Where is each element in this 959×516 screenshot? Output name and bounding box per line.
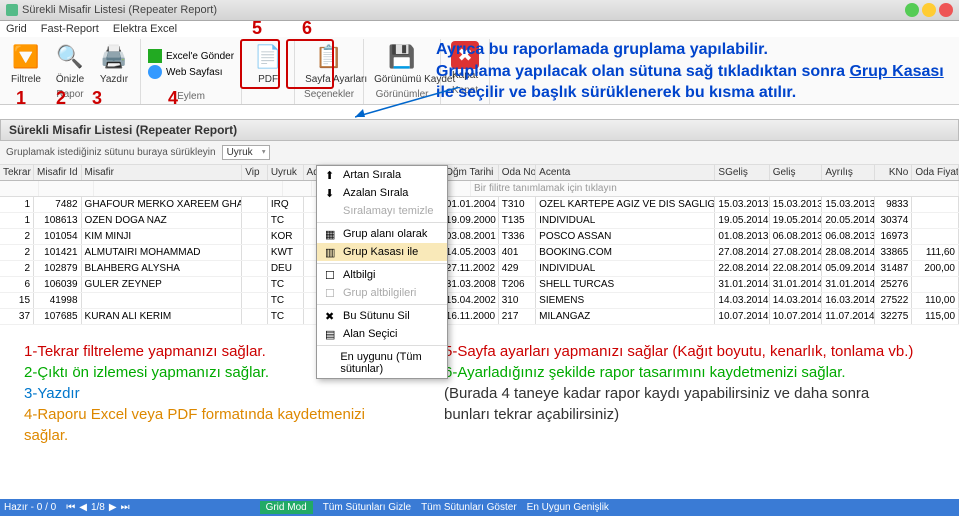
- window-title: Sürekli Misafir Listesi (Repeater Report…: [22, 4, 905, 16]
- app-icon: [6, 4, 18, 16]
- group-box-icon: ▥: [325, 246, 337, 258]
- minimize-button[interactable]: [905, 3, 919, 17]
- annotation-number-1: 1: [16, 88, 26, 109]
- col-misafir[interactable]: Misafir: [82, 165, 243, 180]
- status-grid-mode[interactable]: Grid Mod: [260, 501, 313, 514]
- col-odafiyati[interactable]: Oda Fiyatı: [912, 165, 959, 180]
- col-misafir-id[interactable]: Misafir Id: [34, 165, 82, 180]
- annotation-number-2: 2: [56, 88, 66, 109]
- grid-header: Tekrar Misafir Id Misafir Vip Uyruk Adre…: [0, 165, 959, 181]
- statusbar: Hazır - 0 / 0 ⏮ ◀ 1/8 ▶ ⏭ Grid Mod Tüm S…: [0, 499, 959, 516]
- ctx-clear-sort: Sıralamayı temizle: [317, 202, 447, 220]
- menu-elektra-excel[interactable]: Elektra Excel: [113, 23, 177, 35]
- annotation-box-6: [286, 39, 334, 89]
- col-tekrar[interactable]: Tekrar: [0, 165, 34, 180]
- data-grid: Tekrar Misafir Id Misafir Vip Uyruk Adre…: [0, 165, 959, 325]
- print-button[interactable]: 🖨️Yazdır: [92, 39, 136, 87]
- col-uyruk[interactable]: Uyruk: [268, 165, 304, 180]
- sort-asc-icon: ⬆: [325, 169, 337, 181]
- status-show-cols[interactable]: Tüm Sütunları Göster: [421, 502, 517, 513]
- status-hide-cols[interactable]: Tüm Sütunları Gizle: [323, 502, 411, 513]
- sort-desc-icon: ⬇: [325, 187, 337, 199]
- save-view-button[interactable]: 💾Görünümü Kaydet: [368, 39, 436, 87]
- annotation-number-4: 4: [168, 88, 178, 109]
- excel-button[interactable]: Excel'e Gönder: [145, 48, 237, 64]
- ctx-best-fit-all[interactable]: En uygunu (Tüm sütunlar): [317, 348, 447, 378]
- ctx-group-field[interactable]: ▦Grup alanı olarak: [317, 225, 447, 243]
- save-icon: 💾: [386, 41, 418, 73]
- web-button[interactable]: Web Sayfası: [145, 64, 237, 80]
- magnifier-icon: 🔍: [54, 41, 86, 73]
- funnel-icon: 🔽: [10, 41, 42, 73]
- col-dogum[interactable]: Dğm Tarihi: [443, 165, 499, 180]
- ctx-sort-desc[interactable]: ⬇Azalan Sırala: [317, 184, 447, 202]
- pager-last-icon[interactable]: ⏭: [121, 502, 130, 513]
- annotation-arrow: [355, 87, 465, 122]
- column-context-menu: ⬆Artan Sırala ⬇Azalan Sırala Sıralamayı …: [316, 165, 448, 379]
- col-sgelis[interactable]: SGeliş: [715, 165, 769, 180]
- preview-button[interactable]: 🔍Önizle: [48, 39, 92, 87]
- group-drop-bar[interactable]: Gruplamak istediğiniz sütunu buraya sürü…: [0, 141, 959, 165]
- ctx-group-footer: ☐Grup altbilgileri: [317, 284, 447, 302]
- close-window-button[interactable]: [939, 3, 953, 17]
- printer-icon: 🖨️: [98, 41, 130, 73]
- excel-icon: [148, 49, 162, 63]
- annotation-text: Ayrıca bu raporlamada gruplama yapılabil…: [430, 33, 959, 110]
- status-ready: Hazır - 0 / 0: [4, 502, 56, 513]
- table-row[interactable]: 6106039GULER ZEYNEPTC31.03.2008T206SHELL…: [0, 277, 959, 293]
- col-acenta[interactable]: Acenta: [536, 165, 715, 180]
- annotation-number-6: 6: [302, 18, 312, 39]
- table-row[interactable]: 2101054KIM MINJIKOR03.08.2001T336POSCO A…: [0, 229, 959, 245]
- globe-icon: [148, 65, 162, 79]
- table-row[interactable]: 1108613OZEN DOGA NAZTC19.09.2000T135INDI…: [0, 213, 959, 229]
- col-vip[interactable]: Vip: [242, 165, 268, 180]
- ctx-footer[interactable]: ☐Altbilgi: [317, 266, 447, 284]
- grid-filter-row[interactable]: Bir filitre tanımlamak için tıklayın: [0, 181, 959, 197]
- table-row[interactable]: 1541998TC15.04.2002310SIEMENS14.03.20141…: [0, 293, 959, 309]
- pager-prev-icon[interactable]: ◀: [79, 502, 87, 513]
- table-row[interactable]: 2101421ALMUTAIRI MOHAMMADKWT49914.05.200…: [0, 245, 959, 261]
- table-row[interactable]: 2102879BLAHBERG ALYSHADEU27.11.2002429IN…: [0, 261, 959, 277]
- group-chip-uyruk[interactable]: Uyruk: [222, 145, 270, 160]
- chooser-icon: ▤: [325, 328, 337, 340]
- report-subtitle: Sürekli Misafir Listesi (Repeater Report…: [0, 119, 959, 141]
- pager-first-icon[interactable]: ⏮: [66, 502, 75, 513]
- ctx-sort-asc[interactable]: ⬆Artan Sırala: [317, 166, 447, 184]
- ctx-field-chooser[interactable]: ▤Alan Seçici: [317, 325, 447, 343]
- col-ayrilis[interactable]: Ayrılış: [822, 165, 875, 180]
- pager[interactable]: ⏮ ◀ 1/8 ▶ ⏭: [66, 502, 129, 513]
- menu-grid[interactable]: Grid: [6, 23, 27, 35]
- annotation-number-5: 5: [252, 18, 262, 39]
- ctx-group-box[interactable]: ▥Grup Kasası ile: [317, 243, 447, 261]
- menu-fast-report[interactable]: Fast-Report: [41, 23, 99, 35]
- col-kno[interactable]: KNo: [875, 165, 912, 180]
- group-icon: ▦: [325, 228, 337, 240]
- pager-next-icon[interactable]: ▶: [109, 502, 117, 513]
- maximize-button[interactable]: [922, 3, 936, 17]
- filter-button[interactable]: 🔽Filtrele: [4, 39, 48, 87]
- table-row[interactable]: 17482GHAFOUR MERKO XAREEM GHAFOURIRQ01.0…: [0, 197, 959, 213]
- legend-block: 1-Tekrar filtreleme yapmanızı sağlar. 2-…: [0, 325, 959, 462]
- col-gelis[interactable]: Geliş: [770, 165, 823, 180]
- annotation-number-3: 3: [92, 88, 102, 109]
- status-best-fit[interactable]: En Uygun Genişlik: [527, 502, 609, 513]
- ribbon: 🔽Filtrele 🔍Önizle 🖨️Yazdır Rapor Excel'e…: [0, 37, 959, 105]
- ctx-remove-col[interactable]: ✖Bu Sütunu Sil: [317, 307, 447, 325]
- remove-icon: ✖: [325, 310, 337, 322]
- annotation-box-5: [240, 39, 280, 89]
- table-row[interactable]: 37107685KURAN ALI KERIMTC16.11.2000217MI…: [0, 309, 959, 325]
- col-oda[interactable]: Oda No: [499, 165, 536, 180]
- window-titlebar: Sürekli Misafir Listesi (Repeater Report…: [0, 0, 959, 21]
